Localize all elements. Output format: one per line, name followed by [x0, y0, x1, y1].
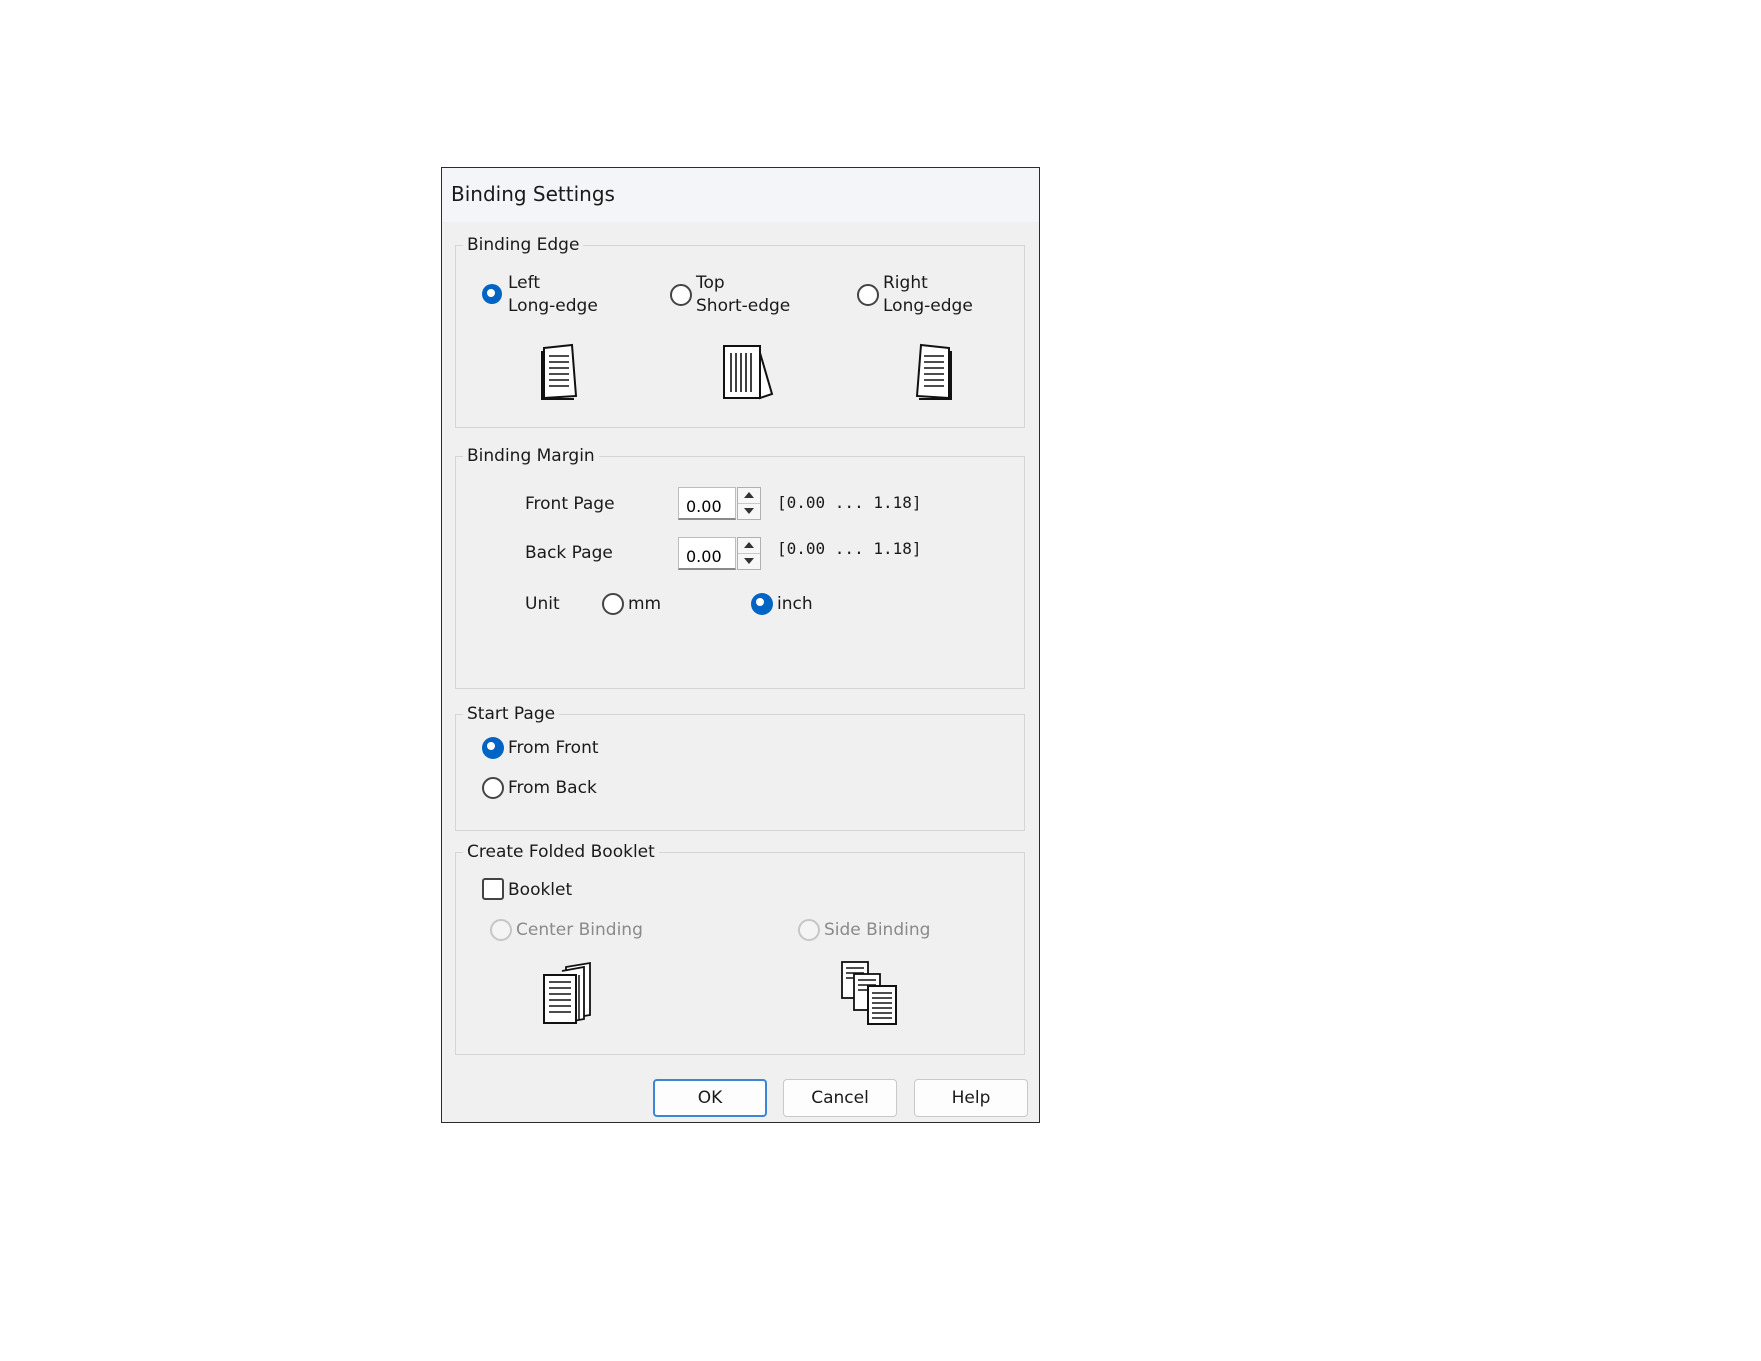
front-page-increment-icon[interactable]	[738, 488, 760, 504]
center-binding-radio[interactable]	[490, 919, 512, 941]
front-page-decrement-icon[interactable]	[738, 504, 760, 519]
binding-edge-right-line2: Long-edge	[883, 296, 973, 316]
back-page-decrement-icon[interactable]	[738, 554, 760, 569]
binding-edge-top-option[interactable]: Top Short-edge	[670, 272, 820, 318]
back-page-range: [0.00 ... 1.18]	[777, 539, 922, 558]
binding-edge-legend: Binding Edge	[463, 233, 584, 257]
binding-edge-group: Binding Edge Left Long-edge Top Short-ed…	[455, 233, 1025, 428]
start-page-group: Start Page From Front From Back	[455, 702, 1025, 831]
binding-edge-top-line2: Short-edge	[696, 296, 791, 316]
binding-edge-top-radio[interactable]	[670, 284, 692, 306]
side-binding-option[interactable]: Side Binding	[798, 917, 978, 943]
from-front-label: From Front	[508, 738, 599, 758]
from-back-radio[interactable]	[482, 777, 504, 799]
page-right-long-edge-icon	[915, 343, 952, 400]
back-page-increment-icon[interactable]	[738, 538, 760, 554]
front-page-spinner[interactable]	[737, 487, 761, 520]
back-page-label: Back Page	[525, 543, 613, 563]
binding-edge-left-option[interactable]: Left Long-edge	[482, 272, 632, 318]
booklet-checkbox[interactable]	[482, 878, 504, 900]
side-binding-label: Side Binding	[824, 920, 931, 940]
front-page-margin-input[interactable]	[678, 487, 736, 520]
unit-inch-option[interactable]: inch	[751, 591, 841, 617]
front-page-range: [0.00 ... 1.18]	[777, 493, 922, 512]
booklet-option[interactable]: Booklet	[482, 877, 602, 903]
from-back-option[interactable]: From Back	[482, 775, 642, 801]
unit-mm-radio[interactable]	[602, 593, 624, 615]
center-binding-label: Center Binding	[516, 920, 643, 940]
binding-settings-dialog: Binding Settings Binding Edge Left Long-…	[441, 167, 1040, 1123]
dialog-title: Binding Settings	[451, 182, 615, 206]
binding-edge-left-radio[interactable]	[482, 284, 502, 304]
create-folded-booklet-group: Create Folded Booklet Booklet Center Bin…	[455, 840, 1025, 1055]
front-page-label: Front Page	[525, 494, 615, 514]
unit-label: Unit	[525, 594, 560, 614]
center-binding-booklet-icon	[543, 961, 591, 1024]
center-binding-option[interactable]: Center Binding	[490, 917, 670, 943]
help-button[interactable]: Help	[914, 1079, 1028, 1117]
unit-inch-radio[interactable]	[751, 593, 773, 615]
from-front-radio[interactable]	[482, 737, 504, 759]
from-back-label: From Back	[508, 778, 597, 798]
page-left-long-edge-icon	[541, 343, 578, 400]
cancel-button[interactable]: Cancel	[783, 1079, 897, 1117]
binding-margin-legend: Binding Margin	[463, 444, 599, 468]
from-front-option[interactable]: From Front	[482, 735, 642, 761]
page-top-short-edge-icon	[723, 345, 774, 400]
binding-edge-right-option[interactable]: Right Long-edge	[857, 272, 1007, 318]
unit-inch-label: inch	[777, 594, 813, 614]
booklet-label: Booklet	[508, 880, 573, 900]
binding-edge-right-radio[interactable]	[857, 284, 879, 306]
back-page-spinner[interactable]	[737, 537, 761, 570]
binding-edge-left-line2: Long-edge	[508, 296, 598, 316]
back-page-margin-input[interactable]	[678, 537, 736, 570]
unit-mm-label: mm	[628, 594, 662, 614]
title-bar: Binding Settings	[442, 168, 1039, 222]
binding-edge-left-line1: Left	[508, 273, 540, 293]
binding-edge-top-line1: Top	[696, 273, 725, 293]
binding-edge-right-line1: Right	[883, 273, 928, 293]
start-page-legend: Start Page	[463, 702, 560, 726]
ok-button[interactable]: OK	[653, 1079, 767, 1117]
side-binding-radio[interactable]	[798, 919, 820, 941]
binding-margin-group: Binding Margin Front Page [0.00 ... 1.18…	[455, 444, 1025, 689]
side-binding-booklet-icon	[841, 961, 897, 1025]
unit-mm-option[interactable]: mm	[602, 591, 682, 617]
create-folded-booklet-legend: Create Folded Booklet	[463, 840, 659, 864]
